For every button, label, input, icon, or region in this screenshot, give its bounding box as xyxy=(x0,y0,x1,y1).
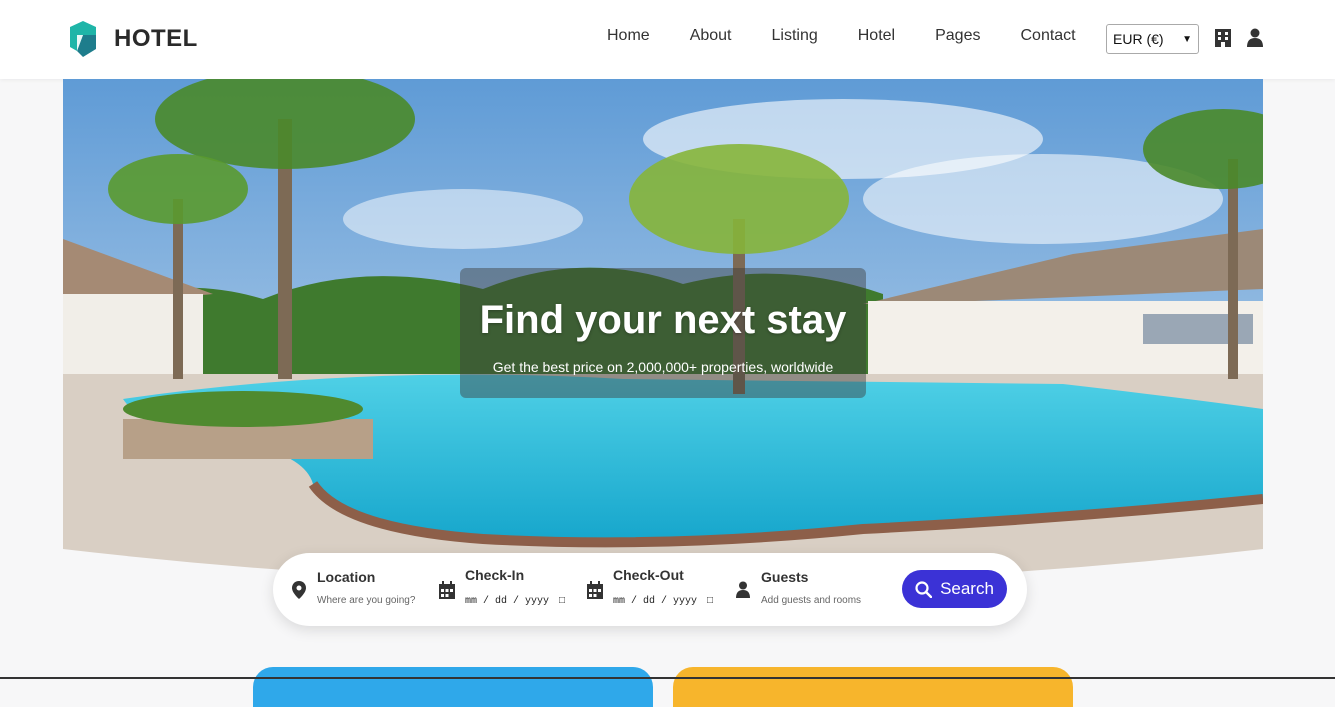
search-icon xyxy=(915,580,933,598)
calendar-picker-icon[interactable]: □ xyxy=(559,596,565,607)
guests-field[interactable]: Guests Add guests and rooms xyxy=(734,553,884,626)
search-bar: Location Where are you going? Check-In m… xyxy=(273,553,1027,626)
currency-select[interactable]: EUR (€) ▼ xyxy=(1106,24,1199,54)
location-label: Location xyxy=(317,569,376,585)
nav-contact[interactable]: Contact xyxy=(1020,27,1075,45)
feature-card-yellow[interactable] xyxy=(673,667,1073,707)
user-icon xyxy=(734,580,752,600)
brand-name: HOTEL xyxy=(114,25,198,52)
checkin-field[interactable]: Check-In mm / dd / yyyy □ xyxy=(438,553,578,626)
guests-label: Guests xyxy=(761,569,809,585)
checkout-field[interactable]: Check-Out mm / dd / yyyy □ xyxy=(586,553,726,626)
hero-title: Find your next stay xyxy=(479,298,847,342)
checkin-input[interactable]: mm / dd / yyyy □ xyxy=(465,596,565,607)
checkin-label: Check-In xyxy=(465,567,525,583)
checkout-label: Check-Out xyxy=(613,567,684,583)
location-placeholder: Where are you going? xyxy=(317,595,416,606)
guests-placeholder: Add guests and rooms xyxy=(761,595,862,606)
feature-card-blue[interactable] xyxy=(253,667,653,707)
calendar-icon xyxy=(586,580,604,600)
checkin-value: mm / dd / yyyy xyxy=(465,596,550,607)
nav-home[interactable]: Home xyxy=(607,27,650,45)
calendar-picker-icon[interactable]: □ xyxy=(707,596,713,607)
location-field[interactable]: Location Where are you going? xyxy=(290,553,430,626)
hero-caption: Find your next stay Get the best price o… xyxy=(460,268,866,398)
logo-icon xyxy=(70,21,96,57)
site-header: HOTEL Home About Listing Hotel Pages Con… xyxy=(0,0,1335,79)
brand-logo[interactable]: HOTEL xyxy=(66,21,198,57)
nav-about[interactable]: About xyxy=(690,27,732,45)
search-button-label: Search xyxy=(940,579,994,598)
nav-pages[interactable]: Pages xyxy=(935,27,980,45)
checkout-input[interactable]: mm / dd / yyyy □ xyxy=(613,596,713,607)
main-nav: Home About Listing Hotel Pages Contact xyxy=(607,27,1076,45)
checkout-value: mm / dd / yyyy xyxy=(613,596,698,607)
building-icon[interactable] xyxy=(1213,28,1233,48)
currency-value: EUR (€) xyxy=(1113,31,1164,47)
search-button[interactable]: Search xyxy=(902,570,1007,608)
calendar-icon xyxy=(438,580,456,600)
chevron-down-icon: ▼ xyxy=(1182,33,1192,45)
user-icon[interactable] xyxy=(1245,28,1265,48)
nav-hotel[interactable]: Hotel xyxy=(858,27,895,45)
hero-banner: Find your next stay Get the best price o… xyxy=(63,79,1263,588)
hero-subtitle: Get the best price on 2,000,000+ propert… xyxy=(492,359,834,375)
map-pin-icon xyxy=(290,580,308,600)
nav-listing[interactable]: Listing xyxy=(772,27,818,45)
